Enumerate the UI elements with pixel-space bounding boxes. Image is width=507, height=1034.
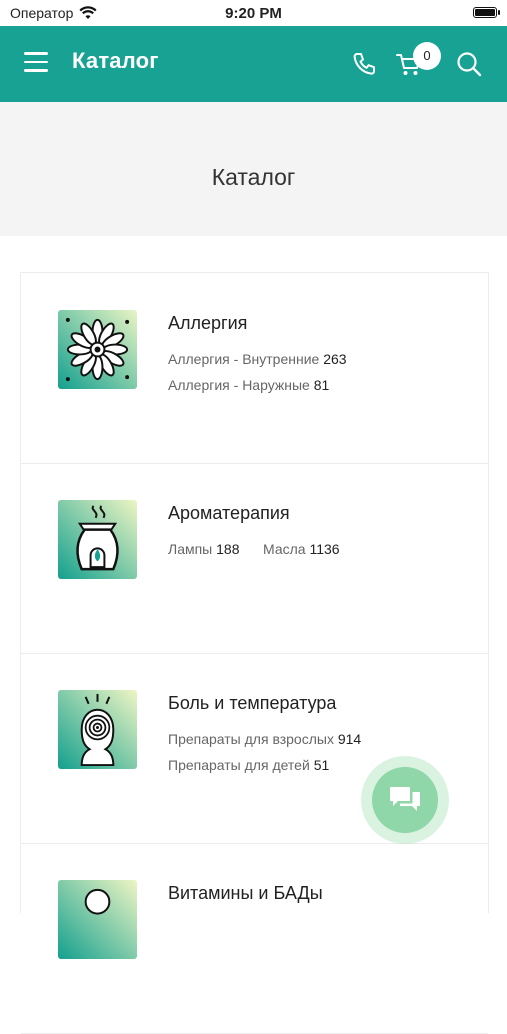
- status-time: 9:20 PM: [225, 4, 282, 22]
- category-title: Витамины и БАДы: [168, 883, 323, 903]
- category-item-vitamins[interactable]: Витамины и БАДы: [21, 843, 488, 1034]
- head-pain-icon: [58, 690, 137, 769]
- subcategory-count: 1136: [309, 541, 340, 557]
- subcategory-label: Аллергия - Наружные: [168, 377, 310, 393]
- subcategory-count: 914: [337, 731, 362, 747]
- chat-icon: [390, 787, 420, 811]
- vitamins-icon: [58, 880, 137, 959]
- subcategory-count: 51: [313, 757, 330, 773]
- cart-count-badge[interactable]: 0: [413, 42, 441, 70]
- status-bar: Оператор 9:20 PM: [0, 0, 507, 26]
- subcategory-label: Препараты для детей: [168, 757, 310, 773]
- subcategory-count: 188: [216, 541, 240, 557]
- category-title: Боль и температура: [168, 693, 337, 713]
- page-title: Каталог: [211, 164, 296, 190]
- app-header: Каталог 0: [0, 26, 507, 102]
- aroma-lamp-icon: [58, 500, 137, 579]
- subcategory-label: Лампы: [168, 541, 213, 557]
- subcategory-link[interactable]: Лампы 188: [168, 541, 240, 557]
- hamburger-menu-icon[interactable]: [24, 52, 48, 74]
- subcategory-label: Препараты для взрослых: [168, 731, 334, 747]
- category-title: Ароматерапия: [168, 503, 290, 523]
- battery-icon: [473, 7, 500, 18]
- header-title: Каталог: [72, 48, 159, 73]
- page-title-band: Каталог: [0, 102, 507, 236]
- subcategory-link[interactable]: Препараты для детей 51: [168, 757, 329, 773]
- phone-icon[interactable]: [350, 50, 378, 78]
- search-icon[interactable]: [455, 50, 483, 78]
- category-title: Аллергия: [168, 313, 248, 333]
- subcategory-link[interactable]: Аллергия - Наружные 81: [168, 377, 329, 393]
- subcategory-label: Аллергия - Внутренние: [168, 351, 320, 367]
- subcategory-link[interactable]: Масла 1136: [263, 541, 340, 557]
- category-item-aromatherapy[interactable]: Ароматерапия Лампы 188 Масла 1136: [21, 463, 488, 654]
- subcategory-link[interactable]: Препараты для взрослых 914: [168, 731, 361, 747]
- subcategory-count: 263: [323, 351, 347, 367]
- flower-icon: [58, 310, 137, 389]
- subcategory-label: Масла: [263, 541, 306, 557]
- category-item-allergy[interactable]: Аллергия Аллергия - Внутренние 263 Аллер…: [21, 273, 488, 464]
- chat-button[interactable]: [372, 767, 438, 833]
- subcategory-count: 81: [313, 377, 330, 393]
- subcategory-link[interactable]: Аллергия - Внутренние 263: [168, 351, 347, 367]
